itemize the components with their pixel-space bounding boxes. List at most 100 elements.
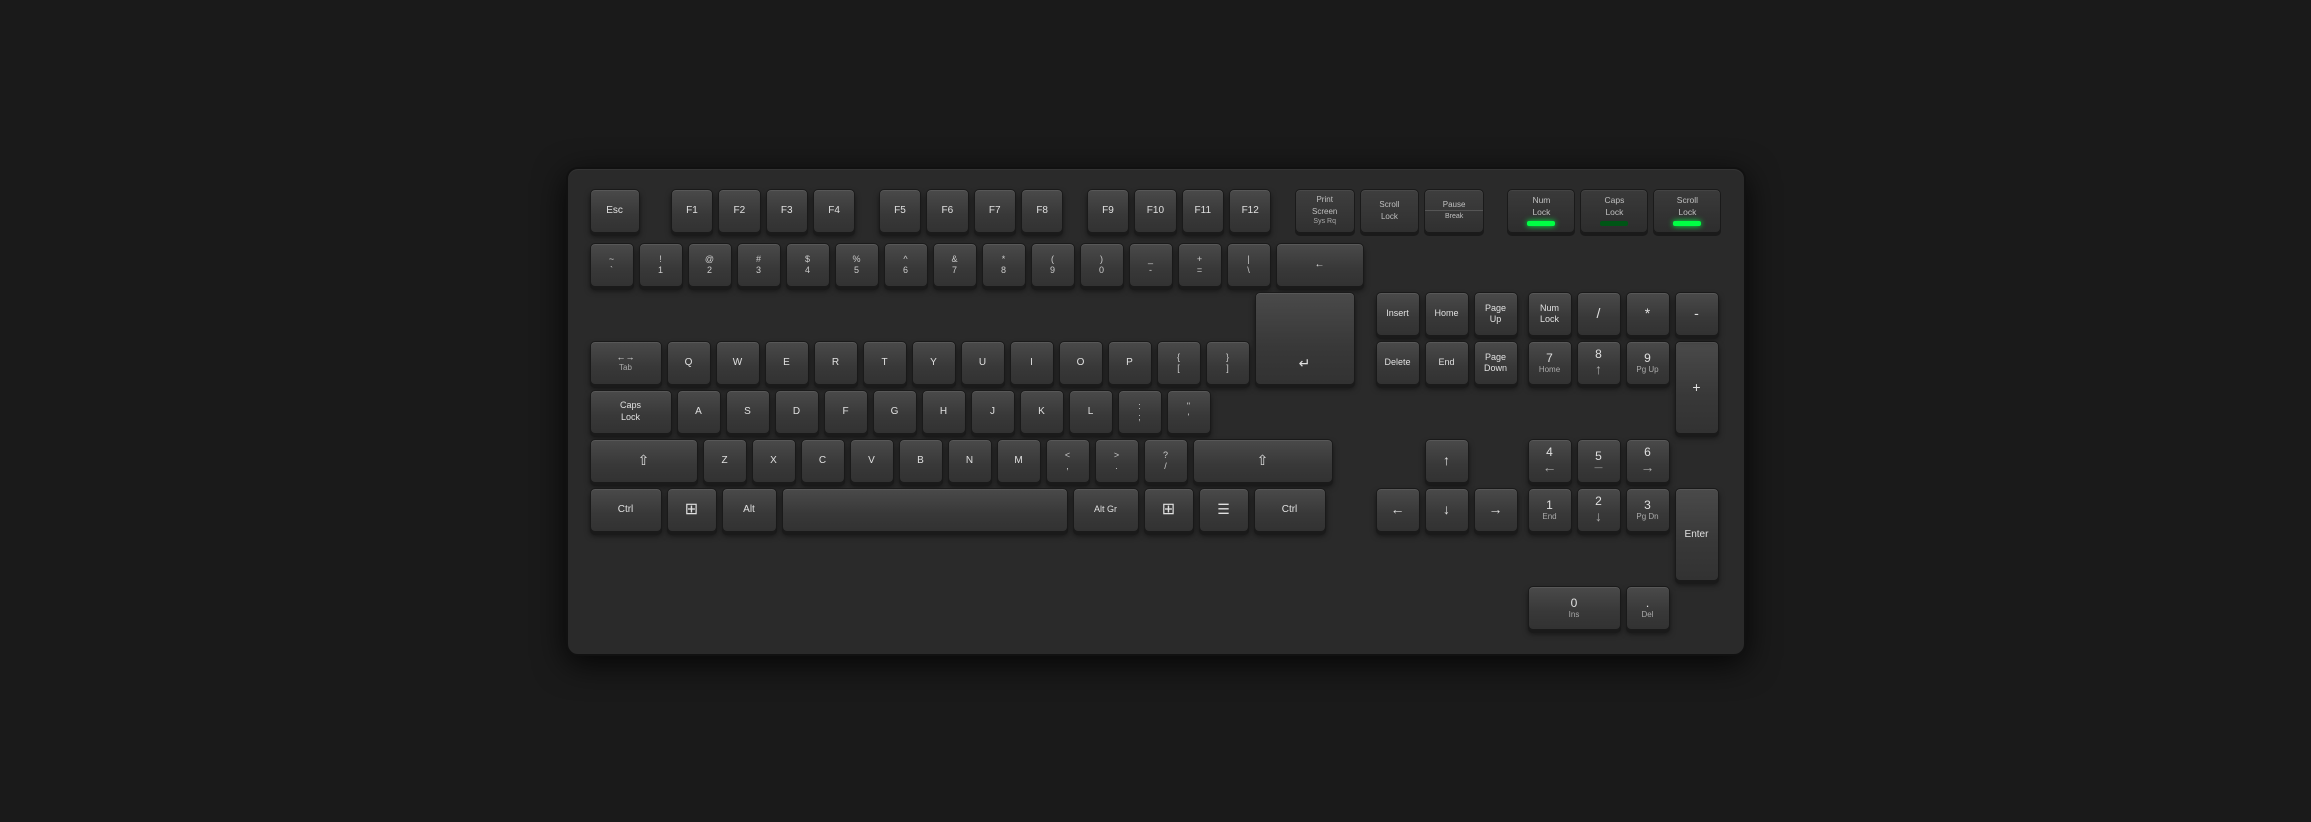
key-1[interactable]: ! 1 <box>639 243 683 287</box>
key-6[interactable]: ^ 6 <box>884 243 928 287</box>
key-backtick[interactable]: ~ ` <box>590 243 634 287</box>
key-k[interactable]: K <box>1020 390 1064 434</box>
key-np-1[interactable]: 1 End <box>1528 488 1572 532</box>
key-l[interactable]: L <box>1069 390 1113 434</box>
key-p[interactable]: P <box>1108 341 1152 385</box>
key-f6[interactable]: F6 <box>926 189 968 233</box>
key-np-3[interactable]: 3 Pg Dn <box>1626 488 1670 532</box>
key-b[interactable]: B <box>899 439 943 483</box>
key-np-multiply[interactable]: * <box>1626 292 1670 336</box>
key-np-divide[interactable]: / <box>1577 292 1621 336</box>
key-4[interactable]: $ 4 <box>786 243 830 287</box>
key-f3[interactable]: F3 <box>766 189 808 233</box>
key-end[interactable]: End <box>1425 341 1469 385</box>
key-down[interactable]: ↓ <box>1425 488 1469 532</box>
key-2[interactable]: @ 2 <box>688 243 732 287</box>
key-8[interactable]: * 8 <box>982 243 1026 287</box>
key-scroll-lock[interactable]: ScrollLock <box>1360 189 1420 233</box>
key-num-lock[interactable]: NumLock <box>1528 292 1572 336</box>
key-home[interactable]: Home <box>1425 292 1469 336</box>
key-pause[interactable]: PauseBreak <box>1424 189 1484 233</box>
key-period[interactable]: > . <box>1095 439 1139 483</box>
key-np-plus[interactable]: + <box>1675 341 1719 434</box>
key-9[interactable]: ( 9 <box>1031 243 1075 287</box>
key-right-shift[interactable]: ⇧ <box>1193 439 1333 483</box>
key-np-enter[interactable]: Enter <box>1675 488 1719 581</box>
key-j[interactable]: J <box>971 390 1015 434</box>
key-np-decimal[interactable]: . Del <box>1626 586 1670 630</box>
key-f7[interactable]: F7 <box>974 189 1016 233</box>
key-left-win[interactable]: ⊞ <box>667 488 717 532</box>
key-np-5[interactable]: 5 — <box>1577 439 1621 483</box>
key-right-win[interactable]: ⊞ <box>1144 488 1194 532</box>
key-left-alt[interactable]: Alt <box>722 488 777 532</box>
key-o[interactable]: O <box>1059 341 1103 385</box>
key-lbracket[interactable]: { [ <box>1157 341 1201 385</box>
key-f12[interactable]: F12 <box>1229 189 1271 233</box>
key-np-9[interactable]: 9 Pg Up <box>1626 341 1670 385</box>
key-3[interactable]: # 3 <box>737 243 781 287</box>
key-x[interactable]: X <box>752 439 796 483</box>
key-quote[interactable]: " ' <box>1167 390 1211 434</box>
key-right[interactable]: → <box>1474 488 1518 532</box>
key-f2[interactable]: F2 <box>718 189 760 233</box>
key-z[interactable]: Z <box>703 439 747 483</box>
key-s[interactable]: S <box>726 390 770 434</box>
key-left-shift[interactable]: ⇧ <box>590 439 698 483</box>
key-f9[interactable]: F9 <box>1087 189 1129 233</box>
key-insert[interactable]: Insert <box>1376 292 1420 336</box>
key-page-up[interactable]: PageUp <box>1474 292 1518 336</box>
key-f11[interactable]: F11 <box>1182 189 1224 233</box>
key-comma[interactable]: < , <box>1046 439 1090 483</box>
key-left[interactable]: ← <box>1376 488 1420 532</box>
key-right-ctrl[interactable]: Ctrl <box>1254 488 1326 532</box>
key-np-4[interactable]: 4 ← <box>1528 439 1572 483</box>
key-backspace[interactable]: ← <box>1276 243 1364 287</box>
key-np-7[interactable]: 7 Home <box>1528 341 1572 385</box>
key-f8[interactable]: F8 <box>1021 189 1063 233</box>
key-esc[interactable]: Esc <box>590 189 640 233</box>
key-i[interactable]: I <box>1010 341 1054 385</box>
key-f1[interactable]: F1 <box>671 189 713 233</box>
key-d[interactable]: D <box>775 390 819 434</box>
key-delete[interactable]: Delete <box>1376 341 1420 385</box>
key-0[interactable]: ) 0 <box>1080 243 1124 287</box>
key-print-screen[interactable]: PrintScreenSys Rq <box>1295 189 1355 233</box>
key-m[interactable]: M <box>997 439 1041 483</box>
key-equals[interactable]: + = <box>1178 243 1222 287</box>
key-np-2[interactable]: 2 ↓ <box>1577 488 1621 532</box>
key-menu[interactable]: ☰ <box>1199 488 1249 532</box>
key-q[interactable]: Q <box>667 341 711 385</box>
key-7[interactable]: & 7 <box>933 243 977 287</box>
key-left-ctrl[interactable]: Ctrl <box>590 488 662 532</box>
key-up[interactable]: ↑ <box>1425 439 1469 483</box>
key-f5[interactable]: F5 <box>879 189 921 233</box>
key-tab[interactable]: ←→ Tab <box>590 341 662 385</box>
key-a[interactable]: A <box>677 390 721 434</box>
key-f10[interactable]: F10 <box>1134 189 1176 233</box>
key-slash[interactable]: ? / <box>1144 439 1188 483</box>
key-v[interactable]: V <box>850 439 894 483</box>
key-np-minus[interactable]: - <box>1675 292 1719 336</box>
key-c[interactable]: C <box>801 439 845 483</box>
key-space[interactable] <box>782 488 1068 532</box>
key-r[interactable]: R <box>814 341 858 385</box>
key-g[interactable]: G <box>873 390 917 434</box>
key-f[interactable]: F <box>824 390 868 434</box>
key-caps-lock[interactable]: CapsLock <box>590 390 672 434</box>
key-t[interactable]: T <box>863 341 907 385</box>
key-right-alt[interactable]: Alt Gr <box>1073 488 1139 532</box>
key-np-6[interactable]: 6 → <box>1626 439 1670 483</box>
key-n[interactable]: N <box>948 439 992 483</box>
key-h[interactable]: H <box>922 390 966 434</box>
key-np-0[interactable]: 0 Ins <box>1528 586 1621 630</box>
key-minus[interactable]: _ - <box>1129 243 1173 287</box>
key-np-8[interactable]: 8 ↑ <box>1577 341 1621 385</box>
key-5[interactable]: % 5 <box>835 243 879 287</box>
key-semicolon[interactable]: : ; <box>1118 390 1162 434</box>
key-e[interactable]: E <box>765 341 809 385</box>
key-backslash[interactable]: | \ <box>1227 243 1271 287</box>
key-enter[interactable]: ↵ <box>1255 292 1355 385</box>
key-f4[interactable]: F4 <box>813 189 855 233</box>
key-y[interactable]: Y <box>912 341 956 385</box>
